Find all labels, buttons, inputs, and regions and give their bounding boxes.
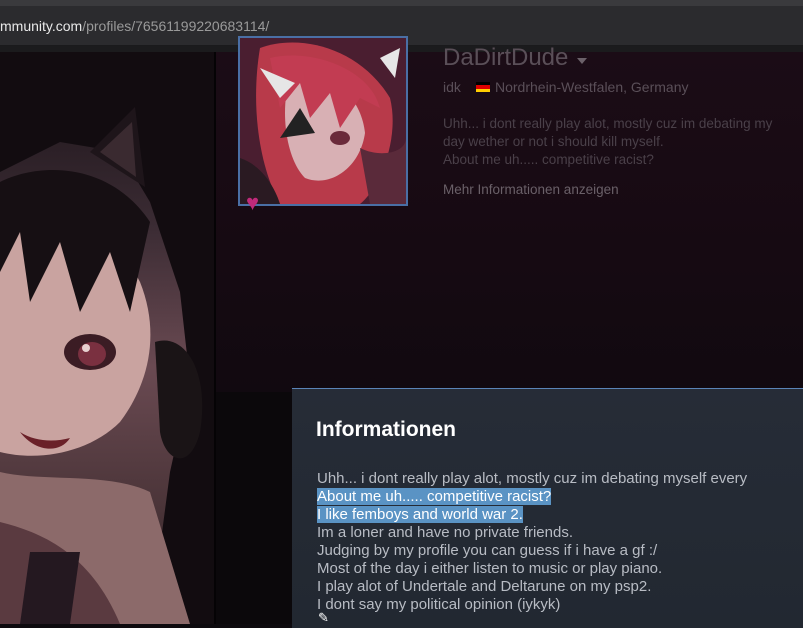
summary-line: day wether or not i should kill myself.	[443, 134, 664, 149]
modal-line: Uhh... i dont really play alot, mostly c…	[317, 470, 803, 488]
url-path: /profiles/76561199220683114/	[82, 17, 270, 34]
modal-line-text: Uhh... i dont really play alot, mostly c…	[317, 470, 748, 487]
persona-name: DaDirtDude	[443, 44, 569, 71]
modal-line-text: I dont say my political opinion (iykyk)	[317, 596, 561, 613]
summary-line: About me uh..... competitive racist?	[443, 152, 654, 167]
selected-text: About me uh..... competitive racist?	[317, 488, 552, 505]
modal-line: Judging by my profile you can guess if i…	[317, 542, 803, 560]
more-info-link[interactable]: Mehr Informationen anzeigen	[443, 182, 619, 197]
profile-background-art	[0, 52, 214, 624]
profile-avatar[interactable]	[238, 36, 408, 206]
real-name: idk	[443, 79, 461, 95]
location: Nordrhein-Westfalen, Germany	[495, 79, 689, 95]
modal-line-text: Judging by my profile you can guess if i…	[317, 542, 658, 559]
modal-line: I play alot of Undertale and Deltarune o…	[317, 578, 803, 596]
modal-line: Im a loner and have no private friends.	[317, 524, 803, 542]
modal-line: Most of the day i either listen to music…	[317, 560, 803, 578]
url-host: mmunity.com	[0, 17, 83, 34]
germany-flag-icon	[476, 82, 490, 92]
modal-line: About me uh..... competitive racist?	[317, 488, 803, 506]
chevron-down-icon[interactable]	[577, 58, 587, 64]
modal-body[interactable]: Uhh... i dont really play alot, mostly c…	[317, 470, 803, 614]
url-text[interactable]: mmunity.com/profiles/76561199220683114/	[0, 18, 269, 34]
modal-title: Informationen	[316, 418, 456, 441]
profile-summary: Uhh... i dont really play alot, mostly c…	[443, 115, 803, 169]
modal-line-text: Most of the day i either listen to music…	[317, 560, 663, 577]
selected-text: I like femboys and world war 2.	[317, 506, 523, 523]
flag-stripe	[476, 88, 490, 92]
modal-line: I dont say my political opinion (iykyk)	[317, 596, 803, 614]
heart-icon: ♥	[246, 190, 260, 215]
modal-line-text: Im a loner and have no private friends.	[317, 524, 573, 541]
modal-line: I like femboys and world war 2.	[317, 506, 803, 524]
modal-line-text: I play alot of Undertale and Deltarune o…	[317, 578, 652, 595]
text-cursor-icon: ✎	[318, 610, 329, 625]
summary-line: Uhh... i dont really play alot, mostly c…	[443, 116, 773, 131]
